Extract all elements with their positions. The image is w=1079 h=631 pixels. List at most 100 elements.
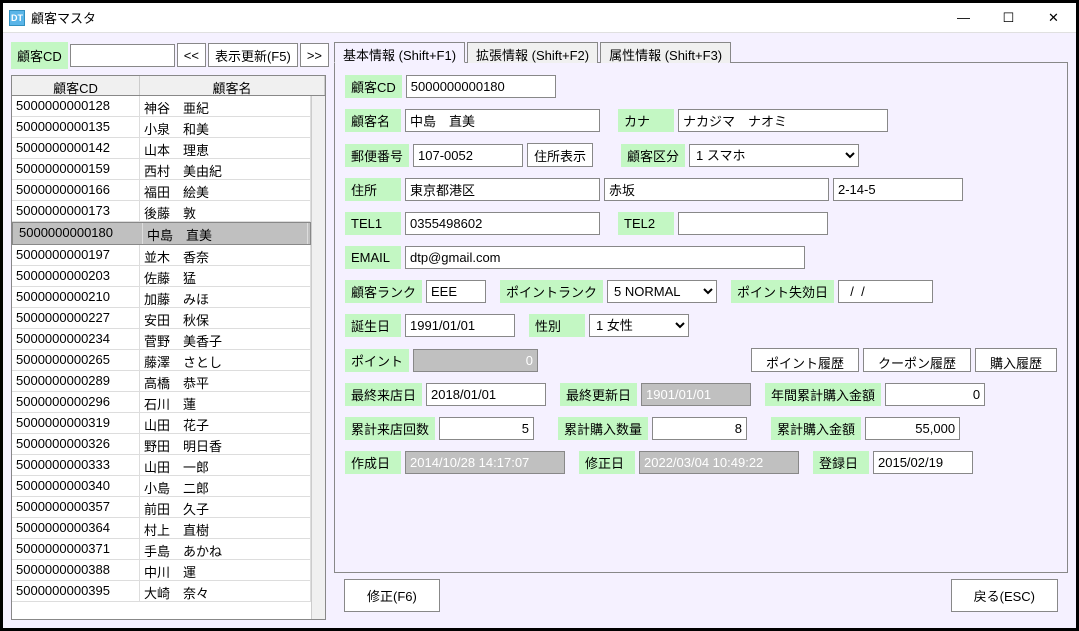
grid-header-cd[interactable]: 顧客CD <box>12 76 140 95</box>
app-window: DT 顧客マスタ — ☐ ✕ 顧客CD << 表示更新(F5) >> 顧客CD … <box>2 2 1077 629</box>
kubun-select[interactable]: 1 スマホ <box>689 144 859 167</box>
table-row[interactable]: 5000000000319山田 花子 <box>12 413 311 434</box>
tel2-label: TEL2 <box>618 212 674 235</box>
next-button[interactable]: >> <box>300 43 329 67</box>
right-pane: 基本情報 (Shift+F1) 拡張情報 (Shift+F2) 属性情報 (Sh… <box>334 41 1068 620</box>
tab-attributes[interactable]: 属性情報 (Shift+F3) <box>600 42 731 63</box>
table-row[interactable]: 5000000000227安田 秋保 <box>12 308 311 329</box>
bottom-bar: 修正(F6) 戻る(ESC) <box>334 573 1068 620</box>
bcount-field[interactable] <box>652 417 747 440</box>
btotal-label: 累計購入金額 <box>771 417 861 440</box>
tel2-field[interactable] <box>678 212 828 235</box>
minimize-button[interactable]: — <box>941 3 986 33</box>
table-row[interactable]: 5000000000180中島 直美 <box>12 222 311 245</box>
addr2-field[interactable] <box>604 178 829 201</box>
point-history-button[interactable]: ポイント履歴 <box>751 348 859 372</box>
ytotal-label: 年間累計購入金額 <box>765 383 881 406</box>
table-row[interactable]: 5000000000265藤澤 さとし <box>12 350 311 371</box>
cell-name: 小泉 和美 <box>140 117 311 137</box>
table-row[interactable]: 5000000000128神谷 亜紀 <box>12 96 311 117</box>
table-row[interactable]: 5000000000203佐藤 猛 <box>12 266 311 287</box>
table-row[interactable]: 5000000000296石川 蓮 <box>12 392 311 413</box>
cell-cd: 5000000000333 <box>12 455 140 475</box>
table-row[interactable]: 5000000000357前田 久子 <box>12 497 311 518</box>
point-value: 0 <box>413 349 538 372</box>
name-label: 顧客名 <box>345 109 401 132</box>
prank-select[interactable]: 5 NORMAL <box>607 280 717 303</box>
pexp-label: ポイント失効日 <box>731 280 834 303</box>
customer-grid: 顧客CD 顧客名 5000000000128神谷 亜紀5000000000135… <box>11 75 326 620</box>
table-row[interactable]: 5000000000197並木 香奈 <box>12 245 311 266</box>
cell-cd: 5000000000319 <box>12 413 140 433</box>
tab-basic[interactable]: 基本情報 (Shift+F1) <box>334 42 465 63</box>
pexp-field[interactable] <box>838 280 933 303</box>
table-row[interactable]: 5000000000395大崎 奈々 <box>12 581 311 602</box>
cell-cd: 5000000000296 <box>12 392 140 412</box>
cd-field[interactable] <box>406 75 556 98</box>
zip-label: 郵便番号 <box>345 144 409 167</box>
btotal-field[interactable] <box>865 417 960 440</box>
ytotal-field[interactable] <box>885 383 985 406</box>
table-row[interactable]: 5000000000210加藤 みほ <box>12 287 311 308</box>
name-field[interactable] <box>405 109 600 132</box>
table-row[interactable]: 5000000000333山田 一郎 <box>12 455 311 476</box>
cell-name: 大崎 奈々 <box>140 581 311 601</box>
cell-cd: 5000000000340 <box>12 476 140 496</box>
cell-name: 野田 明日香 <box>140 434 311 454</box>
cell-cd: 5000000000388 <box>12 560 140 580</box>
registered-field[interactable] <box>873 451 973 474</box>
table-row[interactable]: 5000000000364村上 直樹 <box>12 518 311 539</box>
table-row[interactable]: 5000000000289高橋 恭平 <box>12 371 311 392</box>
cell-name: 山田 一郎 <box>140 455 311 475</box>
sex-select[interactable]: 1 女性 <box>589 314 689 337</box>
tel1-label: TEL1 <box>345 212 401 235</box>
cell-name: 佐藤 猛 <box>140 266 311 286</box>
created-value: 2014/10/28 14:17:07 <box>405 451 565 474</box>
sex-label: 性別 <box>529 314 585 337</box>
cell-name: 手島 あかね <box>140 539 311 559</box>
table-row[interactable]: 5000000000173後藤 敦 <box>12 201 311 222</box>
cell-cd: 5000000000234 <box>12 329 140 349</box>
maximize-button[interactable]: ☐ <box>986 3 1031 33</box>
grid-header-name[interactable]: 顧客名 <box>140 76 325 95</box>
grid-scrollbar[interactable] <box>311 96 325 619</box>
lvisit-field[interactable] <box>426 383 546 406</box>
edit-button[interactable]: 修正(F6) <box>344 579 440 612</box>
refresh-button[interactable]: 表示更新(F5) <box>208 43 298 67</box>
addr1-field[interactable] <box>405 178 600 201</box>
cell-name: 福田 絵美 <box>140 180 311 200</box>
email-field[interactable] <box>405 246 805 269</box>
cell-cd: 5000000000371 <box>12 539 140 559</box>
table-row[interactable]: 5000000000234菅野 美香子 <box>12 329 311 350</box>
rank-field[interactable] <box>426 280 486 303</box>
kana-field[interactable] <box>678 109 888 132</box>
cell-cd: 5000000000197 <box>12 245 140 265</box>
coupon-history-button[interactable]: クーポン履歴 <box>863 348 971 372</box>
tel1-field[interactable] <box>405 212 600 235</box>
vcount-field[interactable] <box>439 417 534 440</box>
bday-field[interactable] <box>405 314 515 337</box>
cell-name: 石川 蓮 <box>140 392 311 412</box>
purchase-history-button[interactable]: 購入履歴 <box>975 348 1057 372</box>
table-row[interactable]: 5000000000166福田 絵美 <box>12 180 311 201</box>
table-row[interactable]: 5000000000326野田 明日香 <box>12 434 311 455</box>
cell-cd: 5000000000135 <box>12 117 140 137</box>
close-button[interactable]: ✕ <box>1031 3 1076 33</box>
table-row[interactable]: 5000000000340小島 二郎 <box>12 476 311 497</box>
back-button[interactable]: 戻る(ESC) <box>951 579 1058 612</box>
cell-name: 前田 久子 <box>140 497 311 517</box>
table-row[interactable]: 5000000000159西村 美由紀 <box>12 159 311 180</box>
prev-button[interactable]: << <box>177 43 206 67</box>
cell-cd: 5000000000364 <box>12 518 140 538</box>
table-row[interactable]: 5000000000142山本 理恵 <box>12 138 311 159</box>
table-row[interactable]: 5000000000388中川 運 <box>12 560 311 581</box>
table-row[interactable]: 5000000000371手島 あかね <box>12 539 311 560</box>
zip-lookup-button[interactable]: 住所表示 <box>527 143 593 167</box>
tab-extended[interactable]: 拡張情報 (Shift+F2) <box>467 42 598 63</box>
zip-field[interactable] <box>413 144 523 167</box>
table-row[interactable]: 5000000000135小泉 和美 <box>12 117 311 138</box>
search-cd-input[interactable] <box>70 44 175 67</box>
form-area: 顧客CD 顧客名 カナ 郵便番号 住所表示 顧客区分 1 スマホ <box>334 63 1068 573</box>
modified-label: 修正日 <box>579 451 635 474</box>
addr3-field[interactable] <box>833 178 963 201</box>
